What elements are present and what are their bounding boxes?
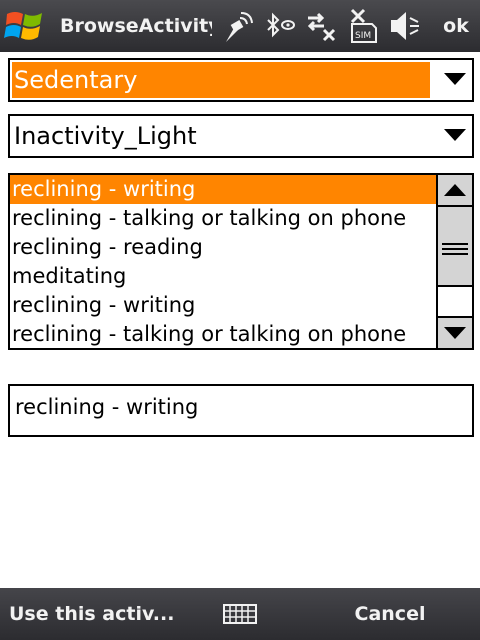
arrow-down-icon [444, 327, 466, 339]
antenna-signal-icon [226, 12, 253, 42]
list-item[interactable]: reclining - writing [10, 291, 436, 320]
cancel-softkey[interactable]: Cancel [330, 588, 450, 640]
scroll-down-button[interactable] [438, 316, 472, 348]
no-sim-icon: SIM [350, 8, 377, 43]
volume-off-icon[interactable] [388, 8, 422, 44]
data-connection-icon [307, 12, 336, 42]
ok-button[interactable]: ok [436, 8, 476, 44]
list-item[interactable]: meditating [10, 262, 436, 291]
bluetooth-icon [267, 12, 295, 38]
softkey-bar: Use this activ... Cancel [0, 588, 480, 640]
category-combo[interactable]: Sedentary [8, 58, 474, 102]
chevron-down-icon[interactable] [444, 129, 466, 141]
keyboard-icon[interactable] [223, 602, 257, 626]
title-bar: BrowseActivity SIM ok [0, 0, 480, 52]
subcategory-combo-value: Inactivity_Light [14, 122, 197, 150]
list-item[interactable]: reclining - talking or talking on phone [10, 204, 436, 233]
list-scrollbar[interactable] [436, 175, 472, 348]
activity-detail-box[interactable]: reclining - writing [8, 384, 474, 437]
list-item[interactable]: reclining - talking or talking on phone [10, 320, 436, 348]
arrow-up-icon [444, 184, 466, 196]
category-combo-value: Sedentary [12, 62, 430, 98]
activity-detail-text: reclining - writing [15, 395, 199, 419]
subcategory-combo[interactable]: Inactivity_Light [8, 114, 474, 158]
scroll-up-button[interactable] [438, 175, 472, 207]
svg-text:SIM: SIM [355, 31, 371, 41]
grip-line [442, 248, 468, 250]
activity-list-items: reclining - writing reclining - talking … [10, 175, 436, 348]
chevron-down-icon[interactable] [444, 73, 466, 85]
app-title: BrowseActivity [60, 15, 212, 37]
windows-start-icon[interactable] [4, 6, 46, 46]
grip-line [442, 253, 468, 255]
activity-list[interactable]: reclining - writing reclining - talking … [8, 173, 474, 350]
list-item[interactable]: reclining - writing [10, 175, 436, 204]
use-activity-softkey[interactable]: Use this activ... [9, 588, 189, 640]
grip-line [442, 243, 468, 245]
list-item[interactable]: reclining - reading [10, 233, 436, 262]
scroll-thumb[interactable] [438, 207, 472, 287]
